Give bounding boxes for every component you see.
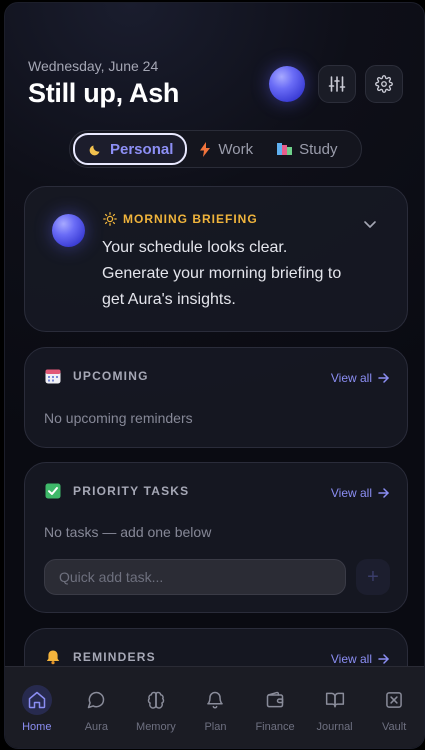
quick-add-task-input[interactable] [44, 559, 346, 595]
bell-icon [46, 650, 60, 665]
upcoming-empty-text: No upcoming reminders [44, 410, 193, 426]
upcoming-header: UPCOMING [45, 368, 149, 384]
reminders-header: REMINDERS [45, 649, 156, 665]
aura-orb-small [52, 214, 85, 247]
greeting-title: Still up, Ash [28, 78, 180, 108]
moon-icon [89, 145, 100, 156]
arrow-right-icon [378, 373, 389, 383]
nav-item-vault[interactable]: Vault [365, 667, 423, 748]
filter-button[interactable] [318, 65, 356, 103]
nav-item-plan[interactable]: Plan [186, 667, 244, 748]
gear-icon [375, 75, 393, 93]
view-all-label: View all [330, 652, 372, 666]
priority-view-all-link[interactable]: View all [331, 486, 389, 500]
nav-label: Plan [204, 721, 227, 733]
mode-label: Personal [110, 140, 174, 158]
date-label: Wednesday, June 24 [28, 58, 159, 74]
arrow-right-icon [378, 654, 389, 664]
sliders-icon [328, 76, 346, 92]
lightning-icon [200, 141, 211, 157]
calendar-icon [45, 369, 61, 384]
nav-item-journal[interactable]: Journal [306, 667, 364, 748]
nav-label: Journal [316, 721, 353, 733]
view-all-label: View all [330, 486, 372, 500]
reminders-title: REMINDERS [73, 650, 156, 664]
chat-bubble-icon [88, 691, 105, 709]
briefing-tag: MORNING BRIEFING [123, 212, 258, 226]
nav-label: Memory [136, 721, 176, 733]
add-task-button[interactable]: + [356, 559, 390, 595]
morning-briefing-card[interactable]: MORNING BRIEFING Your schedule looks cle… [24, 186, 408, 332]
priority-header: PRIORITY TASKS [45, 483, 189, 499]
nav-item-aura[interactable]: Aura [67, 667, 125, 748]
settings-button[interactable] [365, 65, 403, 103]
aura-orb[interactable] [269, 66, 305, 102]
checkbox-icon [45, 483, 61, 499]
book-icon [325, 692, 344, 708]
priority-title: PRIORITY TASKS [73, 484, 190, 498]
upcoming-card: UPCOMING View all No upcoming reminders [24, 347, 408, 448]
nav-label: Home [22, 721, 52, 733]
bell-icon [207, 691, 224, 709]
priority-tasks-card: PRIORITY TASKS View all No tasks — add o… [24, 462, 408, 613]
mode-tab-study[interactable]: Study [265, 133, 349, 165]
nav-item-finance[interactable]: Finance [246, 667, 304, 748]
view-all-label: View all [330, 371, 372, 385]
mode-tab-work[interactable]: Work [187, 133, 265, 165]
nav-item-memory[interactable]: Memory [127, 667, 185, 748]
wallet-icon [266, 691, 284, 708]
chevron-down-icon[interactable] [363, 219, 377, 229]
arrow-right-icon [378, 488, 389, 498]
briefing-text: Your schedule looks clear. Generate your… [102, 239, 342, 308]
mode-label: Study [299, 140, 338, 158]
mode-switcher: Personal Work Study [69, 130, 362, 168]
mode-label: Work [218, 140, 254, 158]
books-icon [277, 143, 293, 155]
bottom-nav: Home Aura Memory Plan Finance Journal Va… [5, 666, 424, 748]
nav-label: Vault [382, 721, 407, 733]
upcoming-view-all-link[interactable]: View all [331, 371, 389, 385]
nav-label: Aura [84, 721, 108, 733]
vault-icon [386, 692, 402, 708]
mode-tab-personal[interactable]: Personal [73, 133, 188, 165]
app-screen: Wednesday, June 24 Still up, Ash Persona… [4, 2, 425, 749]
reminders-view-all-link[interactable]: View all [331, 652, 389, 666]
briefing-header: MORNING BRIEFING [103, 212, 258, 226]
brain-icon [147, 691, 165, 709]
nav-label: Finance [255, 721, 295, 733]
sun-icon [103, 212, 117, 226]
priority-empty-text: No tasks — add one below [44, 524, 212, 540]
home-icon [28, 691, 46, 709]
upcoming-title: UPCOMING [73, 369, 149, 383]
nav-item-home[interactable]: Home [8, 667, 66, 748]
